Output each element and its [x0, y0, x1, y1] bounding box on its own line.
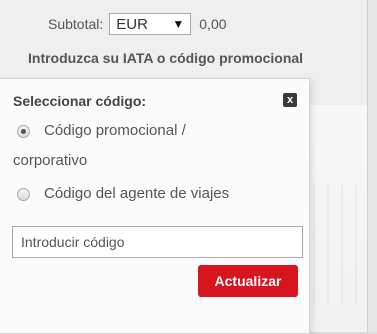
- select-code-popup: Seleccionar código: x Código promocional…: [0, 78, 310, 334]
- promo-corporate-label-line1[interactable]: Código promocional /: [44, 122, 186, 139]
- caret-down-icon: ▼: [172, 17, 185, 31]
- update-button[interactable]: Actualizar: [198, 265, 298, 297]
- subtotal-label: Subtotal:: [48, 16, 104, 32]
- subtotal-amount: 0,00: [199, 16, 227, 32]
- currency-value: EUR: [116, 15, 148, 33]
- close-icon[interactable]: x: [283, 93, 297, 107]
- popup-title: Seleccionar código:: [13, 93, 147, 109]
- promo-corporate-label-line2[interactable]: corporativo: [13, 152, 87, 169]
- promo-corporate-radio[interactable]: [17, 125, 30, 138]
- subtotal-row: Subtotal: EUR ▼ 0,00: [48, 11, 227, 37]
- travel-agent-radio[interactable]: [17, 188, 30, 201]
- code-input[interactable]: [12, 226, 303, 258]
- currency-select[interactable]: EUR ▼: [109, 13, 192, 35]
- page-edge: [367, 0, 377, 332]
- promo-code-heading[interactable]: Introduzca su IATA o código promocional: [28, 50, 303, 66]
- travel-agent-label[interactable]: Código del agente de viajes: [44, 185, 229, 202]
